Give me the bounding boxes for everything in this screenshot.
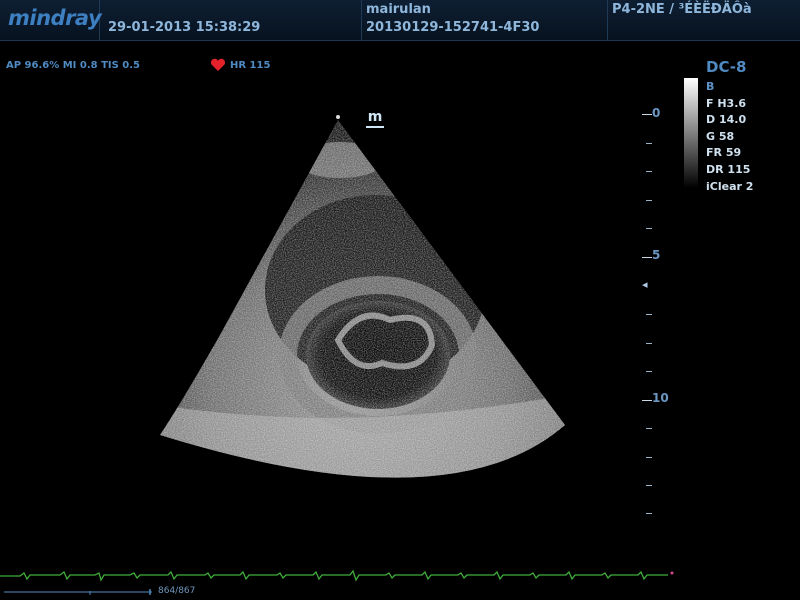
brand-logo: mindray (8, 6, 102, 30)
focus-marker-icon[interactable]: ◂ (642, 278, 648, 291)
param-frequency: F H3.6 (706, 96, 747, 110)
depth-tick (642, 400, 652, 401)
acoustic-output: AP 96.6% MI 0.8 TIS 0.5 (6, 60, 141, 71)
header-bar: mindray 29-01-2013 15:38:29 mairulan 201… (0, 0, 800, 41)
depth-tick (646, 371, 652, 372)
depth-tick (646, 143, 652, 144)
param-dynamic-range: DR 115 (706, 162, 751, 176)
param-frame-rate: FR 59 (706, 146, 742, 160)
cine-progress-bar[interactable] (4, 589, 152, 595)
probe-exam-type: P4-2NE / ³ÉÈËÐÄÔà (612, 2, 752, 17)
depth-tick (642, 114, 652, 115)
patient-cell: mairulan 20130129-152741-4F30 (362, 0, 608, 40)
depth-label: 0 (652, 106, 661, 120)
depth-scale: 0 5 ◂ 10 (640, 100, 680, 530)
cine-frame-counter: 864/867 (158, 586, 196, 596)
logo-cell: mindray (0, 0, 102, 40)
heart-rate-value: HR 115 (230, 59, 271, 71)
datetime-cell: 29-01-2013 15:38:29 (100, 0, 362, 40)
ultrasound-image[interactable] (120, 105, 580, 525)
patient-name: mairulan (366, 2, 431, 17)
ecg-waveform (0, 569, 668, 582)
imaging-params: B F H3.6 D 14.0 G 58 FR 59 DR 115 iClear… (706, 79, 753, 195)
depth-tick (646, 428, 652, 429)
ecg-trace (0, 569, 674, 582)
exam-id: 20130129-152741-4F30 (366, 20, 540, 35)
depth-tick (646, 228, 652, 229)
param-depth: D 14.0 (706, 113, 747, 127)
orientation-marker: m (366, 110, 384, 128)
param-mode: B (706, 80, 715, 93)
depth-tick (646, 457, 652, 458)
depth-tick (646, 343, 652, 344)
exam-datetime: 29-01-2013 15:38:29 (108, 20, 261, 35)
depth-label: 10 (652, 391, 669, 405)
depth-tick (646, 314, 652, 315)
depth-tick (646, 513, 652, 514)
heart-rate-display: HR 115 (210, 58, 270, 72)
depth-label: 5 (652, 248, 661, 262)
depth-tick (646, 485, 652, 486)
probe-cell: P4-2NE / ³ÉÈËÐÄÔà (608, 0, 800, 40)
param-gain: G 58 (706, 129, 735, 143)
heart-icon (210, 58, 226, 71)
depth-tick (642, 257, 652, 258)
depth-tick (646, 200, 652, 201)
probe-name: DC-8 (706, 58, 747, 76)
depth-tick (646, 171, 652, 172)
param-iclear: iClear 2 (706, 179, 754, 193)
gray-map-bar (684, 78, 698, 188)
